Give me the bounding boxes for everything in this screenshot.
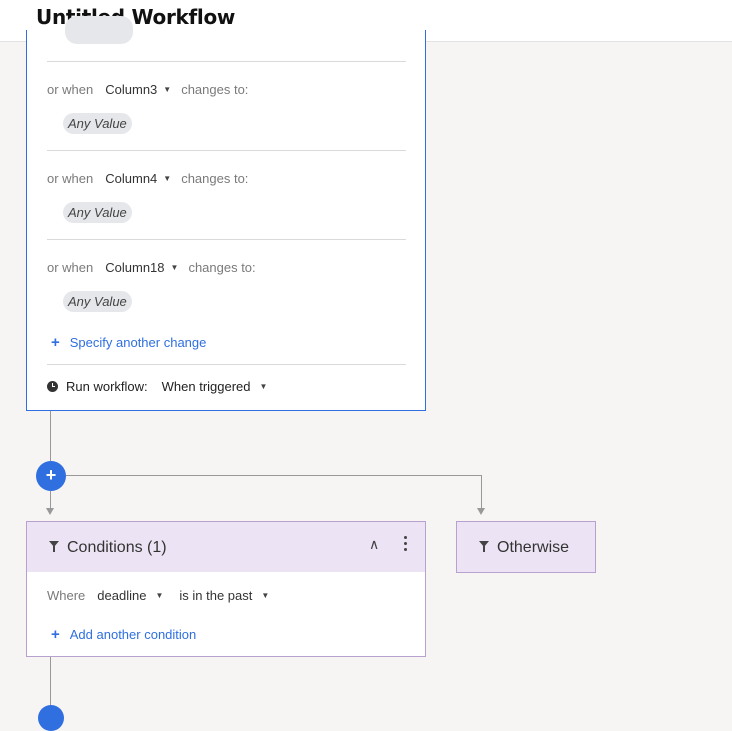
conditions-title-label: Conditions (1) xyxy=(67,539,167,556)
value-pill[interactable]: Any Value xyxy=(63,113,132,134)
arrow-down-icon xyxy=(46,508,54,515)
divider xyxy=(47,364,406,365)
filter-icon xyxy=(479,541,489,553)
run-workflow-value: When triggered xyxy=(161,379,251,394)
add-step-button-partial[interactable] xyxy=(38,705,64,731)
value-pill[interactable]: Any Value xyxy=(63,202,132,223)
change-condition-row: or when Column18 ▼ changes to: xyxy=(47,260,256,275)
column-select[interactable]: Column4 ▼ xyxy=(105,171,171,186)
field-select[interactable]: deadline ▼ xyxy=(97,588,163,603)
divider xyxy=(47,150,406,151)
changes-to-label: changes to: xyxy=(181,171,249,186)
otherwise-title: Otherwise xyxy=(479,539,569,557)
run-workflow-select[interactable]: When triggered ▼ xyxy=(162,379,268,394)
otherwise-label: Otherwise xyxy=(497,539,570,556)
column-select[interactable]: Column3 ▼ xyxy=(105,82,171,97)
run-workflow-row: Run workflow: When triggered ▼ xyxy=(47,379,267,394)
branch-connector-line xyxy=(66,475,482,476)
operator-select-label: is in the past xyxy=(179,588,253,603)
conditions-title: Conditions (1) xyxy=(49,539,167,557)
plus-icon: + xyxy=(51,626,60,643)
trigger-card: or when Column3 ▼ changes to: Any Value or … xyxy=(26,16,426,411)
change-condition-row: or when Column4 ▼ changes to: xyxy=(47,171,248,186)
divider xyxy=(47,239,406,240)
condition-row: Where deadline ▼ is in the past ▼ xyxy=(47,588,269,603)
chevron-up-icon[interactable]: ∧ xyxy=(369,537,383,551)
column-select-label: Column3 xyxy=(105,82,158,97)
connector-line xyxy=(50,411,51,461)
caret-down-icon: ▼ xyxy=(170,263,179,272)
change-condition-row: or when Column3 ▼ changes to: xyxy=(47,82,248,97)
or-when-label: or when xyxy=(47,260,94,275)
caret-down-icon: ▼ xyxy=(155,591,164,600)
clock-icon xyxy=(47,381,58,392)
caret-down-icon: ▼ xyxy=(163,174,172,183)
divider xyxy=(47,61,406,62)
operator-select[interactable]: is in the past ▼ xyxy=(179,588,269,603)
conditions-card: Conditions (1) ∧ Where deadline ▼ is in the… xyxy=(26,521,426,657)
caret-down-icon: ▼ xyxy=(163,85,172,94)
changes-to-label: changes to: xyxy=(188,260,256,275)
column-select-label: Column4 xyxy=(105,171,158,186)
value-pill-partial[interactable] xyxy=(65,16,133,44)
add-another-condition-label: Add another condition xyxy=(69,627,197,642)
field-select-label: deadline xyxy=(97,588,147,603)
add-step-button[interactable]: + xyxy=(36,461,66,491)
caret-down-icon: ▼ xyxy=(261,591,270,600)
connector-line xyxy=(50,491,51,509)
or-when-label: or when xyxy=(47,82,94,97)
add-another-condition-link[interactable]: + Add another condition xyxy=(51,626,196,643)
connector-line xyxy=(50,657,51,707)
arrow-down-icon xyxy=(477,508,485,515)
otherwise-card[interactable]: Otherwise xyxy=(456,521,596,573)
caret-down-icon: ▼ xyxy=(259,382,268,391)
filter-icon xyxy=(49,541,59,553)
specify-another-change-link[interactable]: + Specify another change xyxy=(51,334,206,351)
value-pill[interactable]: Any Value xyxy=(63,291,132,312)
connector-line xyxy=(481,475,482,509)
conditions-header[interactable]: Conditions (1) ∧ xyxy=(27,522,425,572)
specify-another-change-label: Specify another change xyxy=(69,335,207,350)
where-label: Where xyxy=(47,588,86,603)
or-when-label: or when xyxy=(47,171,94,186)
more-vertical-icon[interactable] xyxy=(399,536,411,556)
column-select-label: Column18 xyxy=(105,260,165,275)
plus-icon: + xyxy=(51,334,60,351)
changes-to-label: changes to: xyxy=(181,82,249,97)
run-workflow-label: Run workflow: xyxy=(66,379,148,394)
column-select[interactable]: Column18 ▼ xyxy=(105,260,178,275)
